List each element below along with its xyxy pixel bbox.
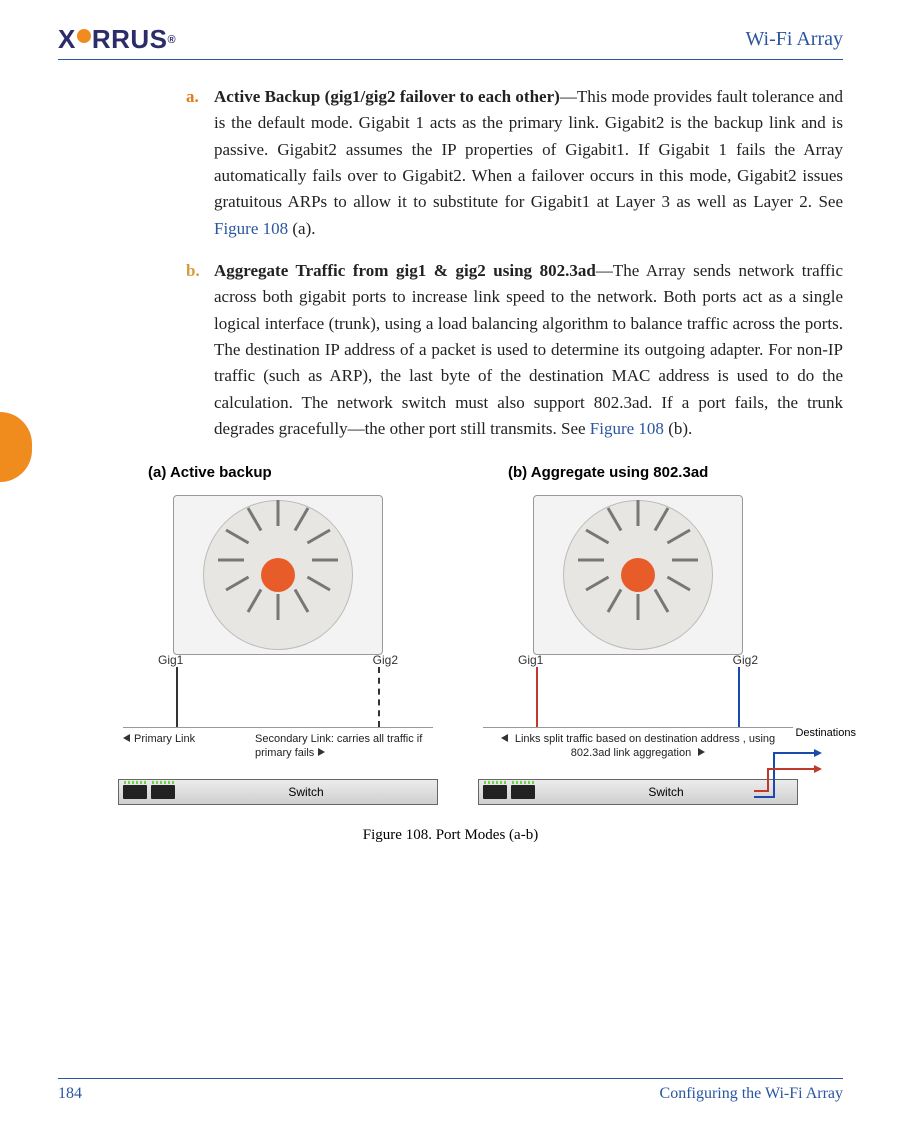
page-header: X RRUS ® Wi-Fi Array: [58, 24, 843, 60]
aggregation-annotation: Links split traffic based on destination…: [483, 733, 793, 761]
page-footer: 184 Configuring the Wi-Fi Array: [58, 1078, 843, 1103]
item-a-title: Active Backup (gig1/gig2 failover to eac…: [214, 87, 560, 106]
diagram-b: (b) Aggregate using 802.3ad: [478, 464, 798, 805]
gig2-label-b: Gig2: [733, 653, 758, 667]
logo-dot-icon: [77, 29, 91, 43]
figure-108: (a) Active backup Gig: [118, 464, 843, 805]
document-title: Wi-Fi Array: [745, 28, 843, 51]
switch-ports-icon: [511, 785, 535, 799]
list-item-a: a. Active Backup (gig1/gig2 failover to …: [186, 84, 843, 242]
gig2-link-line: [738, 667, 740, 727]
gig1-label-b: Gig1: [518, 653, 543, 667]
array-device-a: [173, 495, 383, 655]
array-device-b: [533, 495, 743, 655]
figure-ref-b[interactable]: Figure 108: [590, 419, 664, 438]
list-item-b: b. Aggregate Traffic from gig1 & gig2 us…: [186, 258, 843, 442]
item-b-text: —The Array sends network traffic across …: [214, 261, 843, 438]
destination-arrows-icon: [754, 733, 822, 803]
gig2-label-a: Gig2: [373, 653, 398, 667]
switch-b: Switch: [478, 779, 798, 805]
figure-caption: Figure 108. Port Modes (a-b): [58, 827, 843, 844]
switch-ports-icon: [151, 785, 175, 799]
switch-label-a: Switch: [179, 785, 433, 799]
footer-section-title: Configuring the Wi-Fi Array: [660, 1085, 843, 1103]
list-marker-b: b.: [186, 258, 214, 442]
secondary-link-annotation: Secondary Link: carries all traffic if p…: [255, 733, 429, 761]
item-a-tail: (a).: [288, 219, 315, 238]
diagram-b-title: (b) Aggregate using 802.3ad: [478, 464, 798, 481]
item-b-tail: (b).: [664, 419, 692, 438]
primary-link-line: [176, 667, 178, 727]
switch-ports-icon: [483, 785, 507, 799]
switch-ports-icon: [123, 785, 147, 799]
primary-link-annotation: Primary Link: [123, 733, 247, 747]
page-number: 184: [58, 1085, 82, 1103]
item-b-title: Aggregate Traffic from gig1 & gig2 using…: [214, 261, 596, 280]
secondary-link-line: [378, 667, 380, 727]
list-marker-a: a.: [186, 84, 214, 242]
logo-part2: RRUS: [92, 24, 168, 55]
gig1-link-line: [536, 667, 538, 727]
diagram-a: (a) Active backup Gig: [118, 464, 438, 805]
logo-registered: ®: [168, 34, 177, 46]
brand-logo: X RRUS ®: [58, 24, 176, 55]
logo-part1: X: [58, 24, 76, 55]
figure-ref-a[interactable]: Figure 108: [214, 219, 288, 238]
gig1-label-a: Gig1: [158, 653, 183, 667]
diagram-a-title: (a) Active backup: [118, 464, 438, 481]
switch-a: Switch: [118, 779, 438, 805]
